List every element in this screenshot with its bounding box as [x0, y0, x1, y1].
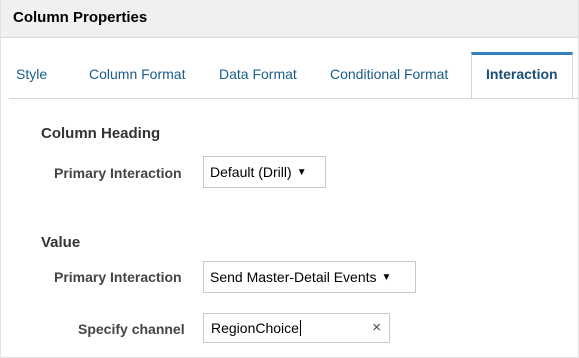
- column-heading-primary-interaction-select[interactable]: Default (Drill) ▼: [203, 156, 326, 188]
- value-primary-interaction-select[interactable]: Send Master-Detail Events ▼: [203, 261, 416, 293]
- value-primary-interaction-label: Primary Interaction: [54, 269, 182, 285]
- text-cursor: [299, 320, 301, 336]
- column-heading-primary-interaction-value: Default (Drill): [210, 164, 292, 180]
- triangle-down-icon: ▼: [381, 271, 392, 283]
- specify-channel-input[interactable]: RegionChoice ×: [203, 313, 390, 343]
- triangle-down-icon: ▼: [296, 166, 307, 178]
- tab-conditional-format[interactable]: Conditional Format: [330, 66, 448, 82]
- specify-channel-label: Specify channel: [78, 321, 185, 337]
- column-properties-dialog: Column Properties Style Column Format Da…: [0, 0, 579, 358]
- specify-channel-value: RegionChoice: [211, 320, 299, 336]
- tab-style[interactable]: Style: [16, 66, 47, 82]
- column-heading-section-title: Column Heading: [41, 125, 161, 142]
- dialog-title: Column Properties: [13, 9, 148, 26]
- value-primary-interaction-value: Send Master-Detail Events: [210, 269, 377, 285]
- tab-bar: Style Column Format Data Format Conditio…: [1, 52, 578, 99]
- tab-column-format[interactable]: Column Format: [89, 66, 185, 82]
- tab-divider: [9, 98, 578, 99]
- value-section-title: Value: [41, 234, 81, 251]
- tab-data-format[interactable]: Data Format: [219, 66, 297, 82]
- column-heading-primary-interaction-label: Primary Interaction: [54, 165, 182, 181]
- tab-interaction[interactable]: Interaction: [471, 52, 573, 98]
- title-bar: Column Properties: [1, 0, 578, 38]
- close-icon[interactable]: ×: [372, 319, 381, 336]
